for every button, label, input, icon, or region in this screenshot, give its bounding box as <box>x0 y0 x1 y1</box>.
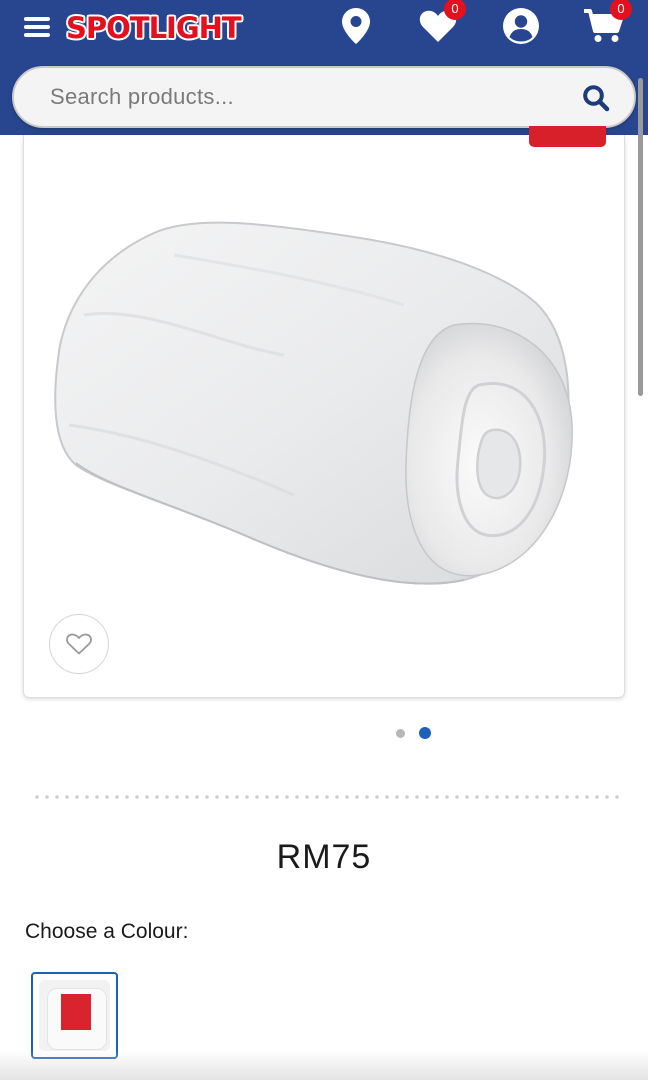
product-price: RM75 <box>276 838 372 876</box>
dotted-divider <box>32 795 622 799</box>
page-scrollbar[interactable] <box>638 78 643 396</box>
sale-tag <box>529 126 606 147</box>
wishlist-button[interactable]: 0 <box>418 0 466 44</box>
swatch-thumbnail <box>39 980 110 1051</box>
cart-button[interactable]: 0 <box>584 0 632 44</box>
product-image[interactable] <box>24 195 625 665</box>
choose-colour-label: Choose a Colour: <box>25 920 189 943</box>
carousel-dot-1[interactable] <box>396 728 405 738</box>
carousel-indicator <box>396 727 431 739</box>
cart-count-badge: 0 <box>610 0 632 20</box>
carousel-dot-2[interactable] <box>419 727 431 739</box>
spotlight-logo[interactable]: SPOTLIGHT <box>66 8 242 48</box>
store-locator-button[interactable] <box>336 8 376 44</box>
menu-icon[interactable] <box>24 14 50 40</box>
search-input[interactable] <box>50 68 550 126</box>
search-icon[interactable] <box>582 84 610 112</box>
wishlist-count-badge: 0 <box>444 0 466 20</box>
product-image-card <box>23 135 625 698</box>
search-bar <box>12 66 636 128</box>
top-header: SPOTLIGHT 0 0 <box>0 0 648 135</box>
account-icon <box>503 8 539 44</box>
heart-outline-icon <box>66 633 92 655</box>
add-to-wishlist-button[interactable] <box>49 614 109 674</box>
colour-swatch-selected[interactable] <box>31 972 118 1059</box>
bottom-bar-shadow <box>0 1050 648 1080</box>
account-button[interactable] <box>501 8 541 44</box>
location-pin-icon <box>342 8 370 44</box>
